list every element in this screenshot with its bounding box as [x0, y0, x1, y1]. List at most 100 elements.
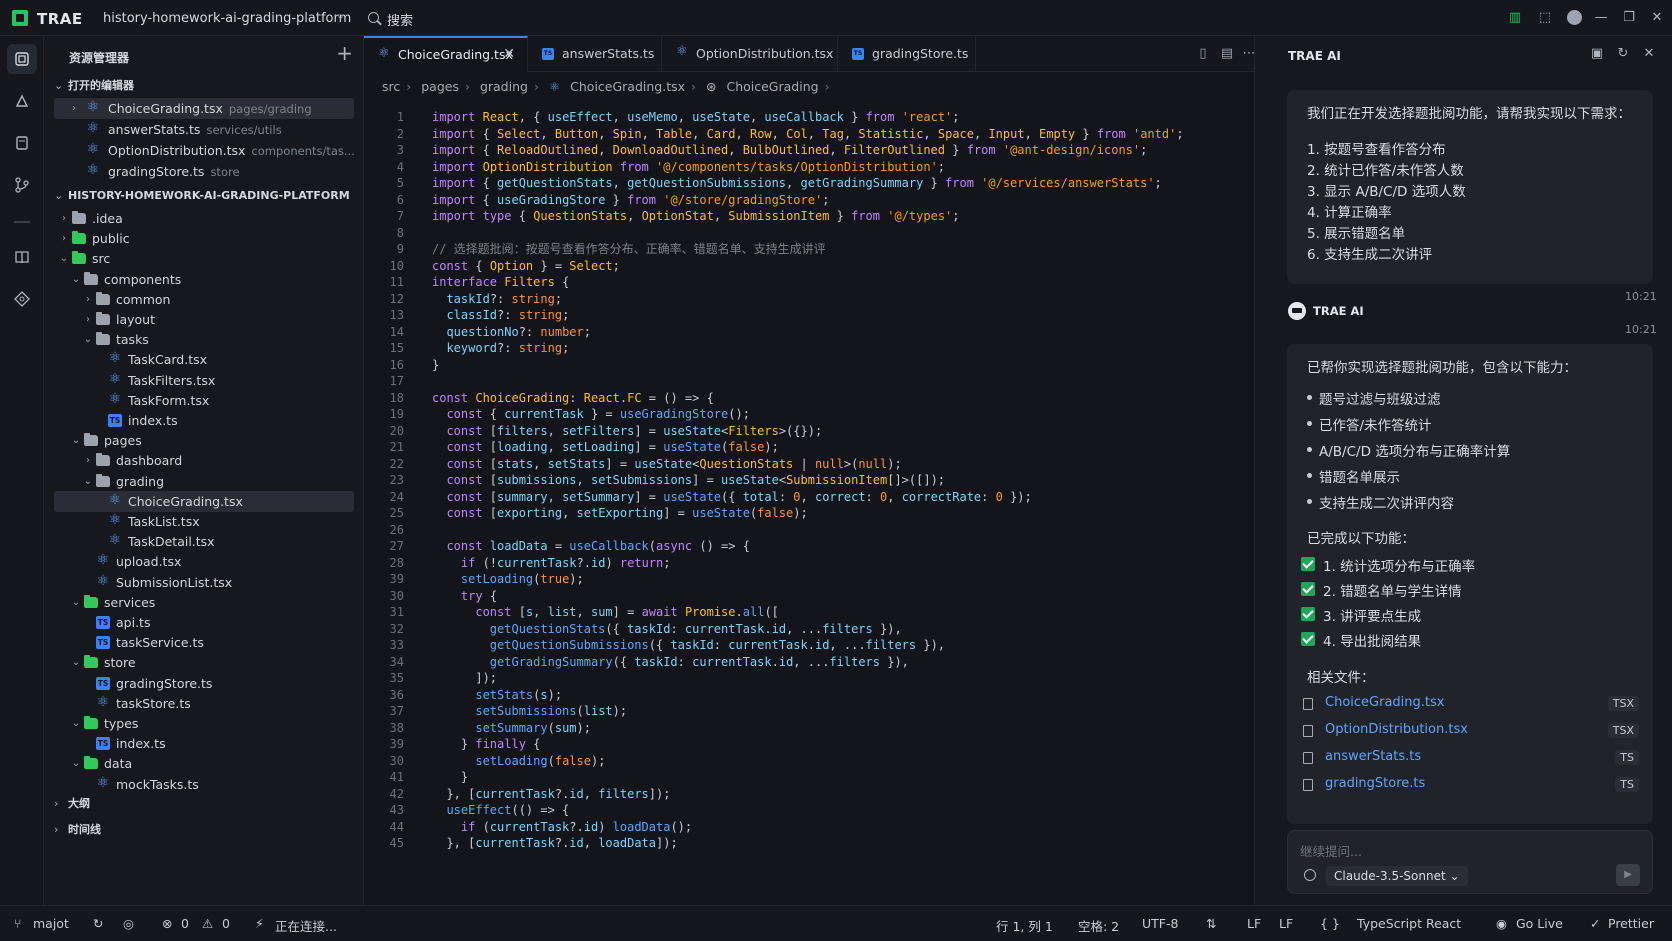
- book-icon[interactable]: [7, 242, 37, 272]
- breadcrumb-item[interactable]: ChoiceGrading.tsx: [570, 79, 685, 94]
- tree-folder[interactable]: ⌄ store: [54, 652, 354, 673]
- remote-icon[interactable]: ◎: [123, 916, 134, 931]
- split-editor-icon[interactable]: ▯: [1194, 45, 1212, 63]
- layout-icon[interactable]: ▤: [1218, 45, 1236, 63]
- breadcrumb-item[interactable]: src: [382, 79, 400, 94]
- explorer-icon[interactable]: [7, 44, 37, 74]
- tree-folder[interactable]: ⌄ components: [54, 269, 354, 290]
- model-selector[interactable]: Claude-3.5-Sonnet ⌄: [1326, 866, 1468, 886]
- tree-file[interactable]: ⚛ TaskFilters.tsx: [54, 370, 354, 391]
- tree-folder[interactable]: ⌄ pages: [54, 430, 354, 451]
- go-live-button[interactable]: Go Live: [1516, 916, 1563, 931]
- branch-name[interactable]: majot: [33, 916, 69, 931]
- tree-file[interactable]: TS taskService.ts: [54, 632, 354, 653]
- warning-icon[interactable]: ⚠: [202, 916, 213, 931]
- source-control-icon[interactable]: [7, 170, 37, 200]
- open-editor-item[interactable]: ⚛ answerStats.ts services/utils: [54, 119, 354, 140]
- tab-gradingstore[interactable]: TS gradingStore.ts: [838, 36, 976, 72]
- search-icon[interactable]: [368, 12, 379, 23]
- eol-secondary[interactable]: LF: [1279, 916, 1293, 931]
- send-button[interactable]: ▶: [1616, 864, 1640, 886]
- tree-file[interactable]: TS gradingStore.ts: [54, 673, 354, 694]
- breadcrumb-item[interactable]: ChoiceGrading: [726, 79, 818, 94]
- tree-folder[interactable]: › layout: [54, 309, 354, 330]
- maximize-icon[interactable]: ❐: [1620, 9, 1638, 27]
- close-tab-icon[interactable]: ✕: [503, 38, 515, 71]
- open-editors-header[interactable]: ⌄ 打开的编辑器: [54, 76, 134, 96]
- tree-file[interactable]: TS api.ts: [54, 612, 354, 633]
- chevron-down-icon[interactable]: ⌄: [336, 9, 345, 22]
- tree-folder[interactable]: ⌄ tasks: [54, 329, 354, 350]
- error-count[interactable]: 0: [181, 916, 189, 931]
- open-editor-item[interactable]: ⚛ gradingStore.ts store: [54, 161, 354, 182]
- breadcrumb-item[interactable]: grading: [480, 79, 528, 94]
- project-header[interactable]: ⌄ HISTORY-HOMEWORK-AI-GRADING-PLATFORM: [54, 186, 350, 206]
- chat-input-box[interactable]: 继续提问... Claude-3.5-Sonnet ⌄ ▶: [1287, 830, 1653, 894]
- tab-optiondistribution[interactable]: ⚛ OptionDistribution.tsx: [662, 36, 838, 72]
- warning-count[interactable]: 0: [222, 916, 230, 931]
- history-icon[interactable]: ▣: [1589, 46, 1605, 62]
- stats-icon[interactable]: ▥: [1506, 9, 1524, 27]
- tree-folder[interactable]: ⌄ services: [54, 592, 354, 613]
- file-link[interactable]: answerStats.ts: [1325, 749, 1421, 764]
- tree-file[interactable]: ⚛ ChoiceGrading.tsx: [54, 490, 354, 512]
- tree-folder[interactable]: › public: [54, 228, 354, 249]
- close-icon[interactable]: ✕: [1641, 46, 1657, 62]
- file-link[interactable]: gradingStore.ts: [1325, 776, 1425, 791]
- encoding[interactable]: UTF-8: [1142, 916, 1178, 931]
- tree-folder[interactable]: ⌄ src: [54, 248, 354, 269]
- tab-answerstats[interactable]: TS answerStats.ts: [528, 36, 662, 72]
- tree-file[interactable]: ⚛ taskStore.ts: [54, 693, 354, 714]
- tree-folder[interactable]: ⌄ types: [54, 713, 354, 734]
- file-link[interactable]: ChoiceGrading.tsx: [1325, 695, 1444, 710]
- indentation[interactable]: 空格: 2: [1078, 916, 1119, 935]
- prettier-button[interactable]: Prettier: [1608, 916, 1654, 931]
- tree-file[interactable]: ⚛ mockTasks.ts: [54, 774, 354, 795]
- tree-file[interactable]: ⚛ TaskCard.tsx: [54, 349, 354, 370]
- eol[interactable]: LF: [1247, 916, 1261, 931]
- open-editor-item[interactable]: › ⚛ ChoiceGrading.tsx pages/grading: [54, 98, 354, 119]
- minimize-icon[interactable]: —: [1592, 9, 1610, 27]
- new-file-button[interactable]: +: [336, 41, 353, 65]
- code-text: }: [432, 770, 469, 784]
- tree-folder[interactable]: ⌄ data: [54, 753, 354, 774]
- open-editor-item[interactable]: ⚛ OptionDistribution.tsx components/tas..…: [54, 140, 355, 161]
- tab-choicegrading[interactable]: ⚛ ChoiceGrading.tsx ✕: [364, 36, 528, 72]
- eol-icon[interactable]: ⇅: [1206, 916, 1216, 931]
- file-link[interactable]: OptionDistribution.tsx: [1325, 722, 1468, 737]
- language-mode[interactable]: TypeScript React: [1357, 916, 1461, 931]
- tree-file[interactable]: ⚛ upload.tsx: [54, 551, 354, 572]
- tree-folder[interactable]: ⌄ grading: [54, 471, 354, 492]
- connection-status: 正在连接...: [275, 919, 337, 934]
- tree-file[interactable]: TS index.ts: [54, 733, 354, 754]
- tree-folder[interactable]: › .idea: [54, 208, 354, 229]
- timeline-header[interactable]: › 时间线: [54, 820, 101, 840]
- avatar[interactable]: [1565, 9, 1583, 27]
- branch-icon[interactable]: ⑂: [14, 916, 22, 931]
- close-icon[interactable]: ✕: [1648, 9, 1666, 27]
- files-icon[interactable]: [7, 128, 37, 158]
- search-label[interactable]: 搜索: [387, 10, 413, 29]
- refresh-icon[interactable]: ↻: [1615, 46, 1631, 62]
- tree-file[interactable]: ⚛ TaskForm.tsx: [54, 390, 354, 411]
- explorer-sidebar: 资源管理器 + ⌄ 打开的编辑器 › ⚛ ChoiceGrading.tsx pag…: [44, 36, 364, 905]
- outline-header[interactable]: › 大纲: [54, 794, 90, 814]
- error-icon[interactable]: ⊗: [162, 916, 172, 931]
- line-number: 7: [396, 209, 404, 223]
- breadcrumb-item[interactable]: pages: [421, 79, 459, 94]
- folder-icon: [96, 312, 110, 325]
- tree-folder[interactable]: › common: [54, 289, 354, 310]
- tree-file[interactable]: ⚛ TaskDetail.tsx: [54, 531, 354, 552]
- ai-icon[interactable]: [7, 86, 37, 116]
- extension-icon[interactable]: ⬚: [1536, 9, 1554, 27]
- tree-folder[interactable]: › dashboard: [54, 450, 354, 471]
- cursor-position[interactable]: 行 1, 列 1: [996, 916, 1053, 935]
- sync-icon[interactable]: ↻: [93, 916, 103, 931]
- project-switcher[interactable]: history-homework-ai-grading-platform: [103, 11, 351, 26]
- extensions-icon[interactable]: [7, 284, 37, 314]
- tree-file[interactable]: ⚛ TaskList.tsx: [54, 511, 354, 532]
- tree-file[interactable]: TS index.ts: [54, 410, 354, 431]
- code-area[interactable]: 1 import React, { useEffect, useMemo, use…: [364, 105, 1254, 905]
- tree-file[interactable]: ⚛ SubmissionList.tsx: [54, 572, 354, 593]
- chat-input[interactable]: 继续提问...: [1300, 841, 1362, 860]
